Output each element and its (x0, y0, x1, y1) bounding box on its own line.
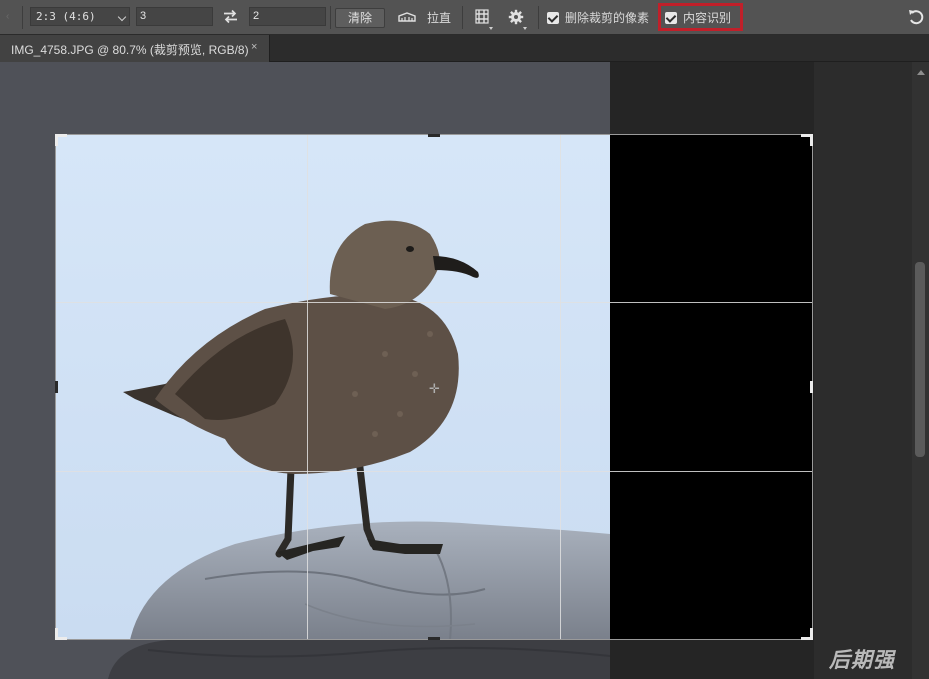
straighten-label[interactable]: 拉直 (427, 10, 451, 26)
crop-handle-bottom[interactable] (428, 637, 440, 640)
settings-dropdown-icon[interactable] (523, 27, 527, 30)
tool-preset-arrow-icon[interactable]: ‹ (6, 11, 9, 22)
clear-button[interactable]: 清除 (335, 8, 385, 28)
crop-handle-bottom-right[interactable] (810, 628, 813, 640)
content-aware-label[interactable]: 内容识别 (683, 10, 731, 26)
crop-handle-left[interactable] (55, 381, 58, 393)
canvas-gutter (814, 62, 912, 679)
delete-cropped-label[interactable]: 删除裁剪的像素 (565, 10, 649, 26)
chevron-down-icon (117, 12, 127, 22)
crop-handle-bottom-left[interactable] (55, 628, 58, 640)
close-icon[interactable]: × (251, 41, 257, 53)
document-tab-bar: IMG_4758.JPG @ 80.7% (裁剪预览, RGB/8) × (0, 35, 929, 62)
canvas-area[interactable]: ✛ (0, 62, 929, 679)
options-bar: ‹ 2:3 (4:6) 3 2 清除 拉直 删除裁剪的像素 内容识别 (0, 0, 929, 35)
width-field[interactable]: 3 (136, 7, 213, 26)
crop-handle-top-right[interactable] (810, 134, 813, 146)
vertical-scrollbar[interactable] (912, 62, 929, 679)
divider (22, 6, 23, 29)
content-aware-checkbox[interactable] (665, 12, 677, 24)
height-field-value: 2 (253, 10, 260, 22)
watermark: 后期强 (829, 649, 895, 672)
swap-arrows-icon[interactable] (222, 8, 239, 25)
width-field-value: 3 (140, 10, 147, 22)
scroll-up-icon[interactable] (917, 70, 925, 75)
crop-center-icon: ✛ (429, 381, 440, 396)
ratio-select[interactable]: 2:3 (4:6) (30, 7, 130, 26)
document-tab-title: IMG_4758.JPG @ 80.7% (裁剪预览, RGB/8) (11, 43, 249, 57)
overlay-dropdown-icon[interactable] (489, 27, 493, 30)
scroll-thumb[interactable] (915, 262, 925, 457)
height-field[interactable]: 2 (249, 7, 326, 26)
crop-handle-top-left[interactable] (55, 134, 58, 146)
delete-cropped-checkbox[interactable] (547, 12, 559, 24)
divider (462, 6, 463, 29)
divider (330, 6, 331, 29)
grid-overlay-icon[interactable] (473, 8, 491, 26)
undo-icon[interactable] (907, 8, 925, 26)
ratio-select-value: 2:3 (4:6) (36, 10, 96, 23)
straighten-icon[interactable] (397, 10, 417, 24)
document-tab[interactable]: IMG_4758.JPG @ 80.7% (裁剪预览, RGB/8) × (0, 35, 270, 62)
crop-handle-top[interactable] (428, 134, 440, 137)
gear-icon[interactable] (508, 9, 524, 25)
crop-box[interactable]: ✛ (55, 134, 813, 640)
divider (538, 6, 539, 29)
crop-handle-right[interactable] (810, 381, 813, 393)
photo-outside-crop (108, 640, 610, 679)
